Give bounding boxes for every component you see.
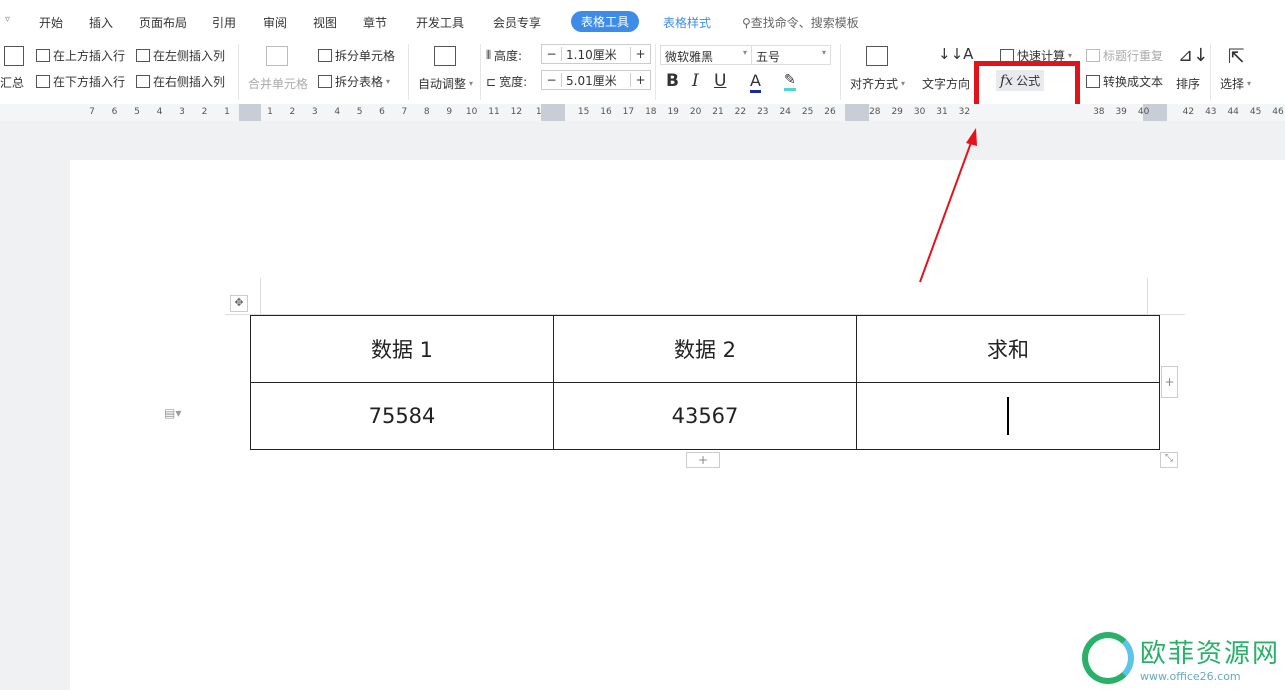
- watermark-logo: [1082, 632, 1134, 684]
- annotation-arrow: [919, 128, 977, 283]
- watermark: 欧菲资源网 www.office26.com: [1082, 632, 1280, 684]
